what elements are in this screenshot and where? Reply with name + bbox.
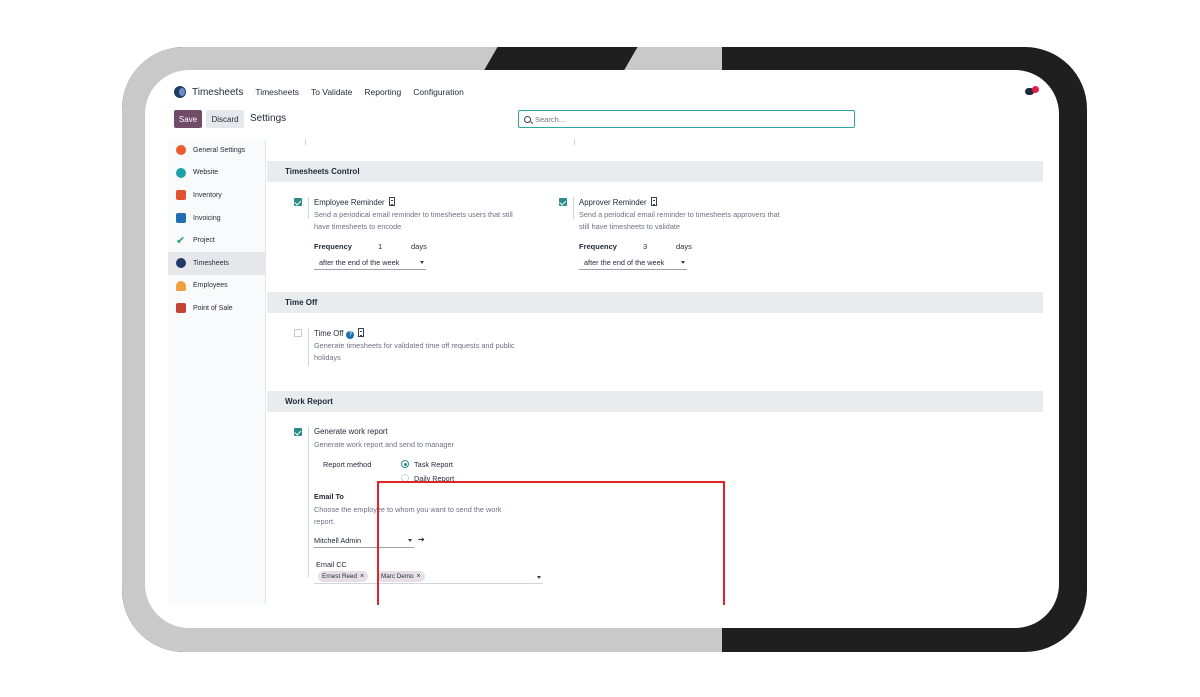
search-icon — [524, 115, 531, 123]
document-icon[interactable] — [358, 328, 365, 337]
timesheets-app-icon[interactable] — [174, 86, 186, 98]
website-icon — [176, 167, 186, 178]
time-off-desc: Generate timesheets for validated time o… — [314, 341, 515, 350]
employee-frequency-label: Frequency — [314, 242, 352, 251]
employee-reminder-checkbox[interactable] — [294, 198, 302, 206]
employee-frequency-unit: days — [411, 242, 427, 251]
control-panel: Save Discard Settings — [168, 109, 1043, 133]
odoo-app-window: Timesheets Timesheets To Validate Report… — [168, 80, 1043, 605]
document-icon[interactable] — [388, 197, 395, 206]
project-icon: ✔ — [176, 234, 186, 247]
chevron-down-icon — [681, 261, 685, 264]
approver-frequency-unit: days — [676, 242, 692, 251]
inventory-icon — [176, 190, 186, 201]
search-box[interactable] — [518, 110, 855, 128]
sidebar-item-project[interactable]: ✔ Project — [168, 229, 265, 252]
close-icon[interactable]: × — [360, 573, 364, 580]
setting-time-off: Time Off? Generate timesheets for valida… — [294, 328, 554, 368]
app-brand[interactable]: Timesheets — [192, 87, 243, 98]
section-header-timesheets-control: Timesheets Control — [267, 161, 1043, 182]
employee-reminder-desc: Send a periodical email reminder to time… — [314, 210, 513, 219]
timesheets-icon — [176, 258, 186, 269]
chevron-down-icon — [420, 261, 424, 264]
task-report-label[interactable]: Task Report — [414, 460, 453, 469]
employees-icon — [176, 280, 186, 291]
chat-icon[interactable] — [1025, 86, 1039, 98]
employee-reminder-desc-2: have timesheets to encode — [314, 221, 402, 231]
divider — [574, 139, 575, 145]
search-input[interactable] — [535, 114, 835, 124]
sidebar-item-employees[interactable]: Employees — [168, 275, 265, 298]
employee-period-select[interactable]: after the end of the week — [314, 258, 426, 270]
approver-reminder-checkbox[interactable] — [559, 198, 567, 206]
task-report-radio[interactable] — [401, 460, 409, 468]
sidebar-item-inventory[interactable]: Inventory — [168, 184, 265, 207]
help-icon[interactable]: ? — [346, 331, 355, 339]
document-icon[interactable] — [650, 197, 657, 206]
menu-configuration[interactable]: Configuration — [413, 87, 464, 97]
employee-frequency-input[interactable]: 1 — [378, 242, 382, 251]
settings-main: Timesheets Control Employee Reminder Sen… — [267, 139, 1043, 605]
divider — [308, 197, 309, 219]
discard-button[interactable]: Discard — [206, 110, 244, 128]
approver-period-select[interactable]: after the end of the week — [579, 258, 687, 270]
top-navbar: Timesheets Timesheets To Validate Report… — [168, 80, 1043, 104]
employee-reminder-title: Employee Reminder — [314, 198, 385, 207]
highlight-box — [377, 481, 725, 605]
menu-to-validate[interactable]: To Validate — [311, 87, 352, 97]
sidebar-item-point-of-sale[interactable]: Point of Sale — [168, 297, 265, 320]
time-off-desc-2: holidays — [314, 352, 341, 362]
approver-frequency-label: Frequency — [579, 242, 617, 251]
sidebar-item-invoicing[interactable]: Invoicing — [168, 207, 265, 230]
setting-approver-reminder: Approver Reminder Send a periodical emai… — [559, 197, 819, 277]
time-off-checkbox[interactable] — [294, 329, 302, 337]
settings-sidebar: General Settings Website Inventory Invoi… — [168, 139, 266, 605]
save-button[interactable]: Save — [174, 110, 202, 128]
section-header-work-report: Work Report — [267, 391, 1043, 412]
general-settings-icon — [176, 145, 186, 156]
work-report-title: Generate work report — [314, 427, 388, 436]
cc-tag[interactable]: Ernest Reed × — [318, 571, 369, 582]
sidebar-item-general-settings[interactable]: General Settings — [168, 139, 265, 162]
divider — [308, 427, 309, 577]
sidebar-item-timesheets[interactable]: Timesheets — [168, 251, 265, 275]
divider — [308, 328, 309, 366]
page-title: Settings — [250, 113, 287, 124]
divider — [573, 197, 574, 219]
section-header-time-off: Time Off — [267, 292, 1043, 313]
email-to-label: Email To — [314, 492, 344, 501]
menu-reporting[interactable]: Reporting — [364, 87, 401, 97]
report-method-label: Report method — [323, 460, 372, 469]
time-off-title: Time Off — [314, 329, 344, 338]
approver-reminder-title: Approver Reminder — [579, 198, 647, 207]
invoicing-icon — [176, 213, 186, 224]
work-report-desc: Generate work report and send to manager — [314, 440, 454, 449]
setting-employee-reminder: Employee Reminder Send a periodical emai… — [294, 197, 554, 277]
divider — [305, 139, 306, 145]
approver-reminder-desc: Send a periodical email reminder to time… — [579, 210, 780, 219]
point-of-sale-icon — [176, 303, 186, 314]
approver-reminder-desc-2: still have timesheets to validate — [579, 221, 680, 231]
menu-timesheets[interactable]: Timesheets — [255, 87, 299, 97]
approver-frequency-input[interactable]: 3 — [643, 242, 647, 251]
sidebar-item-website[interactable]: Website — [168, 162, 265, 185]
generate-work-report-checkbox[interactable] — [294, 428, 302, 436]
email-cc-label: Email CC — [316, 560, 347, 569]
